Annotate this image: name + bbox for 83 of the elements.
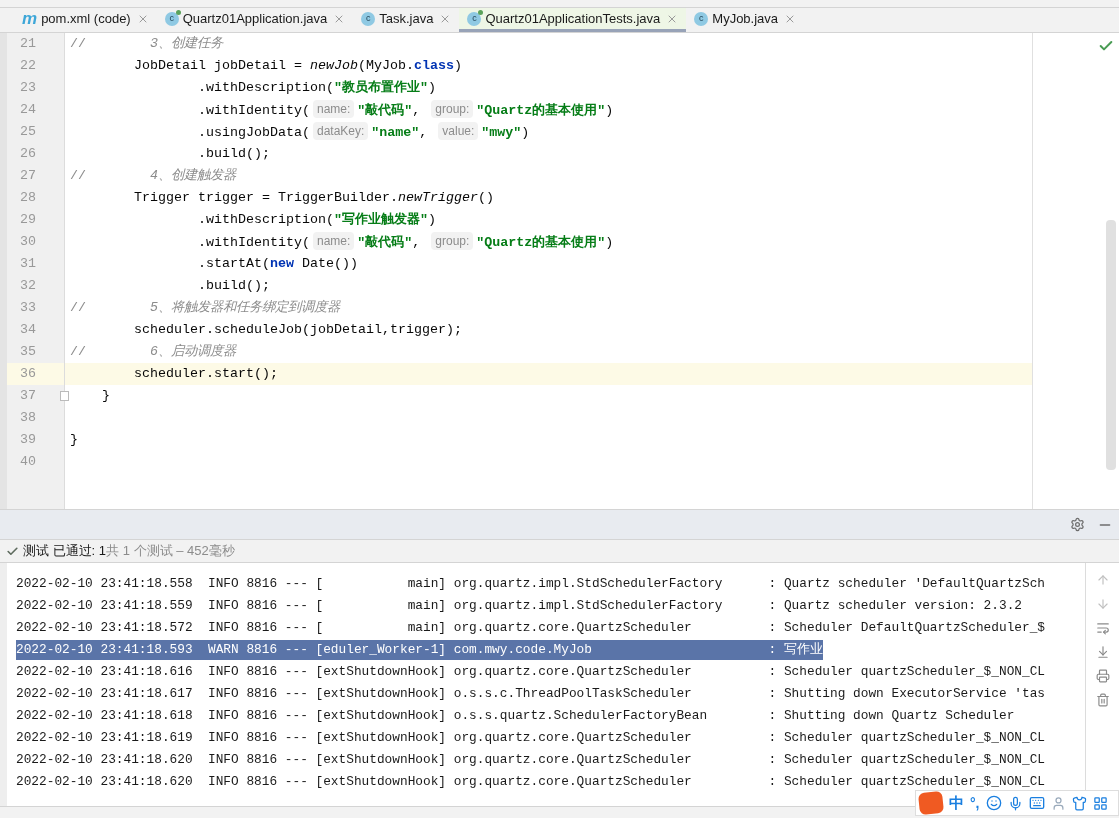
language-toggle[interactable]: 中 — [949, 791, 964, 815]
code-line: .withIdentity( name: "敲代码", group: "Quartz的基本使用") — [196, 99, 614, 120]
print-icon[interactable] — [1095, 669, 1110, 683]
editor-tab[interactable]: c Quartz01Application.java — [156, 8, 354, 32]
line-number: 37 — [19, 387, 37, 405]
tab-label: MyJob.java — [712, 9, 779, 28]
console-line: 2022-02-10 23:41:18.572 INFO 8816 --- [ main] org.quartz.core.QuartzScheduler : Scheduler DefaultQuartzScheduler_$ — [16, 619, 1046, 637]
line-number: 22 — [19, 57, 37, 75]
code-line: scheduler.scheduleJob(jobDetail,trigger); — [133, 321, 462, 339]
code-line: } — [101, 387, 110, 405]
shirt-icon[interactable] — [1071, 795, 1087, 811]
line-number: 40 — [19, 453, 37, 471]
code-line: .withDescription("教员布置作业") — [196, 79, 436, 97]
line-number: 25 — [19, 123, 37, 141]
line-number: 21 — [19, 35, 37, 53]
code-line: .withDescription("写作业触发器") — [196, 211, 436, 229]
line-number: 35 — [19, 343, 37, 361]
console-line: 2022-02-10 23:41:18.616 INFO 8816 --- [extShutdownHook] org.quartz.core.QuartzScheduler : Scheduler quartzScheduler_$_NON_CL — [16, 663, 1046, 681]
console-line: 2022-02-10 23:41:18.617 INFO 8816 --- [extShutdownHook] o.s.s.c.ThreadPoolTaskScheduler : Shutting down ExecutorService 'tas — [16, 685, 1046, 703]
test-summary: 共 1 个测试 – 452毫秒 — [106, 542, 235, 561]
soft-wrap-icon[interactable] — [1095, 621, 1110, 635]
fold-marker-icon[interactable] — [60, 391, 69, 401]
tab-label: Quartz01ApplicationTests.java — [485, 9, 661, 28]
punctuation-toggle[interactable]: °, — [970, 792, 980, 814]
tab-label: Quartz01Application.java — [182, 9, 328, 28]
code-line: // 5、将触发器和任务绑定到调度器 — [70, 299, 340, 317]
test-status: 测试 已通过: 1 — [23, 542, 107, 561]
editor-tab[interactable]: c MyJob.java — [686, 8, 805, 32]
console-line: 2022-02-10 23:41:18.620 INFO 8816 --- [extShutdownHook] org.quartz.core.QuartzScheduler : Scheduler quartzScheduler_$_NON_CL — [16, 751, 1046, 769]
emoji-icon[interactable] — [985, 795, 1002, 811]
microphone-icon[interactable] — [1007, 795, 1023, 811]
tab-label: pom.xml (code) — [41, 9, 131, 28]
code-line: scheduler.start(); — [133, 365, 278, 383]
console-line: 2022-02-10 23:41:18.619 INFO 8816 --- [extShutdownHook] org.quartz.core.QuartzScheduler : Scheduler quartzScheduler_$_NON_CL — [16, 729, 1046, 747]
code-line: JobDetail jobDetail = newJob(MyJob.class) — [133, 57, 462, 75]
code-line: // 3、创建任务 — [70, 35, 223, 53]
code-line: .build(); — [196, 145, 270, 163]
code-line: Trigger trigger = TriggerBuilder.newTrigger() — [133, 189, 494, 207]
class-icon: c — [694, 11, 709, 26]
grid-icon[interactable] — [1092, 795, 1108, 811]
code-line: } — [70, 431, 78, 449]
tab-label: Task.java — [379, 9, 434, 28]
editor-tab[interactable]: m pom.xml (code) — [14, 8, 157, 32]
line-number: 27 — [19, 167, 37, 185]
trash-icon[interactable] — [1095, 693, 1110, 707]
passed-check-icon — [6, 544, 19, 558]
line-number: 31 — [19, 255, 37, 273]
line-number: 33 — [19, 299, 37, 317]
line-number: 32 — [19, 277, 37, 295]
class-icon: c — [361, 11, 376, 26]
code-line: .usingJobData( dataKey: "name", value: "mwy") — [196, 121, 530, 142]
line-number: 23 — [19, 79, 37, 97]
down-arrow-icon[interactable] — [1095, 597, 1110, 611]
code-line: // 4、创建触发器 — [70, 167, 236, 185]
keyboard-icon[interactable] — [1028, 795, 1045, 811]
code-line: .startAt(new Date()) — [196, 255, 358, 273]
line-number: 34 — [19, 321, 37, 339]
line-number: 24 — [19, 101, 37, 119]
editor-tab[interactable]: c Task.java — [353, 8, 460, 32]
editor-tab[interactable]: c Quartz01ApplicationTests.java — [459, 8, 687, 32]
runnable-class-icon: c — [467, 11, 482, 26]
line-number: 39 — [19, 431, 37, 449]
console-line: 2022-02-10 23:41:18.559 INFO 8816 --- [ main] org.quartz.impl.StdSchedulerFactory : Quartz scheduler version: 2.3.2 — [16, 597, 1022, 615]
line-number: 29 — [19, 211, 37, 229]
line-number: 26 — [19, 145, 37, 163]
runnable-class-icon: c — [164, 11, 179, 26]
console-line: 2022-02-10 23:41:18.618 INFO 8816 --- [extShutdownHook] o.s.s.quartz.SchedulerFactoryBean : Shutting down Quartz Scheduler — [16, 707, 1015, 725]
maven-icon: m — [22, 10, 38, 27]
up-arrow-icon[interactable] — [1095, 573, 1110, 587]
code-line: // 6、启动调度器 — [70, 343, 236, 361]
input-method-logo-icon — [917, 790, 945, 816]
line-number: 36 — [7, 363, 64, 385]
user-icon[interactable] — [1050, 795, 1066, 811]
code-line: .withIdentity( name: "敲代码", group: "Quartz的基本使用") — [196, 231, 614, 252]
line-number: 28 — [19, 189, 37, 207]
code-line: .build(); — [196, 277, 270, 295]
line-number: 38 — [19, 409, 37, 427]
console-line: 2022-02-10 23:41:18.620 INFO 8816 --- [extShutdownHook] org.quartz.core.QuartzScheduler : Scheduler quartzScheduler_$_NON_CL — [16, 773, 1046, 791]
settings-icon[interactable] — [1070, 517, 1085, 532]
console-line: 2022-02-10 23:41:18.558 INFO 8816 --- [ main] org.quartz.impl.StdSchedulerFactory : Quartz scheduler 'DefaultQuartzSch — [16, 575, 1046, 593]
scroll-to-end-icon[interactable] — [1095, 645, 1110, 659]
scrollbar-thumb[interactable] — [1106, 220, 1116, 470]
line-number: 30 — [19, 233, 37, 251]
